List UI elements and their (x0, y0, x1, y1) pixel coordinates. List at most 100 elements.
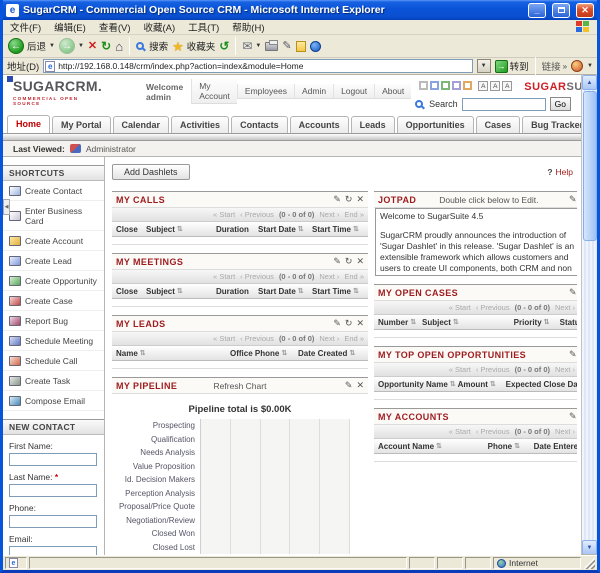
pagination-end[interactable]: End » (344, 272, 364, 281)
font-size-medium[interactable]: A (490, 81, 500, 91)
refresh-dashlet-icon[interactable]: ↻ (345, 319, 353, 328)
stop-button[interactable]: ✕ (88, 41, 97, 52)
edit-dashlet-icon[interactable]: ✎ (569, 288, 577, 297)
plugin-dropdown-icon[interactable]: ▼ (587, 63, 593, 69)
column-start-date[interactable]: Start Date⇅ (258, 225, 310, 234)
mail-dropdown-icon[interactable]: ▼ (255, 43, 261, 49)
pagination-next[interactable]: Next › (319, 334, 339, 343)
maximize-button[interactable] (552, 3, 570, 18)
column-start-date[interactable]: Start Date⇅ (258, 287, 310, 296)
tab-my-portal[interactable]: My Portal (52, 116, 111, 133)
column-date-entered[interactable]: Date Entered⇅ (534, 442, 577, 451)
column-amount[interactable]: Amount⇅ (458, 380, 504, 389)
sidebar-item-create-task[interactable]: Create Task (3, 371, 104, 391)
phone-field[interactable] (9, 515, 97, 528)
last-name-field[interactable] (9, 484, 97, 497)
minimize-button[interactable]: _ (528, 3, 546, 18)
pagination-next[interactable]: Next › (319, 272, 339, 281)
address-field[interactable]: e http://192.168.0.148/crm/index.php?act… (43, 59, 472, 73)
pagination-previous[interactable]: ‹ Previous (240, 272, 274, 281)
sidebar-item-report-bug[interactable]: Report Bug (3, 311, 104, 331)
column-status[interactable]: Status⇅ (560, 318, 577, 327)
tab-bug-tracker[interactable]: Bug Tracker (522, 116, 581, 133)
theme-green-swatch[interactable] (441, 81, 450, 90)
column-expected-close-date[interactable]: Expected Close Date▾ (506, 380, 577, 389)
column-duration[interactable]: Duration (216, 225, 256, 234)
last-viewed-administrator[interactable]: Administrator (86, 144, 136, 154)
font-size-large[interactable]: A (502, 81, 512, 91)
column-priority[interactable]: Priority⇅ (514, 318, 558, 327)
tab-activities[interactable]: Activities (171, 116, 229, 133)
pagination-start[interactable]: « Start (449, 365, 471, 374)
tab-calendar[interactable]: Calendar (113, 116, 170, 133)
back-dropdown-icon[interactable]: ▼ (49, 43, 55, 49)
pagination-previous[interactable]: ‹ Previous (476, 303, 510, 312)
pagination-start[interactable]: « Start (213, 210, 235, 219)
refresh-dashlet-icon[interactable]: ↻ (345, 257, 353, 266)
menu-favorites[interactable]: 收藏(A) (143, 20, 175, 34)
menu-tools[interactable]: 工具(T) (188, 20, 219, 34)
column-office-phone[interactable]: Office Phone⇅ (230, 349, 296, 358)
pagination-end[interactable]: End » (344, 210, 364, 219)
mail-button[interactable]: ✉ ▼ (242, 40, 261, 52)
address-dropdown-icon[interactable]: ▼ (477, 59, 491, 73)
plugin-icon[interactable] (571, 60, 583, 72)
refresh-button[interactable]: ↻ (101, 40, 111, 52)
messenger-button[interactable] (310, 41, 321, 52)
forward-button[interactable]: → ▼ (59, 38, 84, 54)
nav-logout[interactable]: Logout (333, 84, 374, 99)
pagination-next[interactable]: Next › (555, 303, 575, 312)
sidebar-item-create-contact[interactable]: Create Contact (3, 181, 104, 201)
search-button[interactable]: 搜索 (136, 39, 168, 53)
sidebar-item-create-account[interactable]: Create Account (3, 231, 104, 251)
column-number[interactable]: Number⇅ (378, 318, 420, 327)
pagination-previous[interactable]: ‹ Previous (476, 427, 510, 436)
pagination-next[interactable]: Next › (555, 365, 575, 374)
tab-home[interactable]: Home (7, 115, 50, 133)
first-name-field[interactable] (9, 453, 97, 466)
page-scrollbar[interactable]: ▲ ▼ (581, 75, 597, 555)
tab-accounts[interactable]: Accounts (290, 116, 349, 133)
home-button[interactable]: ⌂ (115, 40, 123, 53)
font-size-small[interactable]: A (478, 81, 488, 91)
help-link[interactable]: ? Help (547, 167, 573, 177)
scroll-up-icon[interactable]: ▲ (582, 75, 597, 90)
edit-dashlet-icon[interactable]: ✎ (569, 195, 577, 204)
forward-dropdown-icon[interactable]: ▼ (78, 43, 84, 49)
discuss-button[interactable] (296, 41, 306, 52)
refresh-dashlet-icon[interactable]: ↻ (345, 195, 353, 204)
tab-leads[interactable]: Leads (351, 116, 395, 133)
column-close[interactable]: Close (116, 287, 144, 296)
theme-purple-swatch[interactable] (452, 81, 461, 90)
close-dashlet-icon[interactable]: ✕ (356, 195, 364, 204)
menu-help[interactable]: 帮助(H) (232, 20, 264, 34)
theme-orange-swatch[interactable] (463, 81, 472, 90)
menu-edit[interactable]: 编辑(E) (54, 20, 86, 34)
pagination-next[interactable]: Next › (555, 427, 575, 436)
column-start-time[interactable]: Start Time⇅ (312, 225, 364, 234)
links-button[interactable]: 链接 » (542, 59, 567, 73)
sidebar-item-create-case[interactable]: Create Case (3, 291, 104, 311)
sidebar-item-schedule-meeting[interactable]: Schedule Meeting (3, 331, 104, 351)
history-button[interactable]: ↺ (219, 40, 229, 52)
column-duration[interactable]: Duration (216, 287, 256, 296)
favorites-button[interactable]: ★ 收藏夹 (172, 39, 215, 53)
address-url[interactable]: http://192.168.0.148/crm/index.php?actio… (58, 61, 303, 71)
column-subject[interactable]: Subject⇅ (146, 287, 214, 296)
scroll-down-icon[interactable]: ▼ (582, 540, 597, 555)
crm-search-input[interactable] (462, 98, 546, 111)
edit-dashlet-icon[interactable]: ✎ (333, 195, 341, 204)
pagination-end[interactable]: End » (344, 334, 364, 343)
sidebar-item-create-opportunity[interactable]: Create Opportunity (3, 271, 104, 291)
pagination-start[interactable]: « Start (213, 334, 235, 343)
theme-blue-swatch[interactable] (430, 81, 439, 90)
edit-dashlet-icon[interactable]: ✎ (569, 412, 577, 421)
column-subject[interactable]: Subject⇅ (146, 225, 214, 234)
sidebar-item-schedule-call[interactable]: Schedule Call (3, 351, 104, 371)
sugarcrm-logo[interactable]: SUGARCRM. COMMERCIAL OPEN SOURCE (13, 78, 102, 106)
jotpad-body[interactable]: Welcome to SugarSuite 4.5 SugarCRM proud… (375, 208, 577, 276)
menu-view[interactable]: 查看(V) (99, 20, 131, 34)
theme-white-swatch[interactable] (419, 81, 428, 90)
column-account-name[interactable]: Account Name⇅ (378, 442, 486, 451)
nav-admin[interactable]: Admin (294, 84, 333, 99)
